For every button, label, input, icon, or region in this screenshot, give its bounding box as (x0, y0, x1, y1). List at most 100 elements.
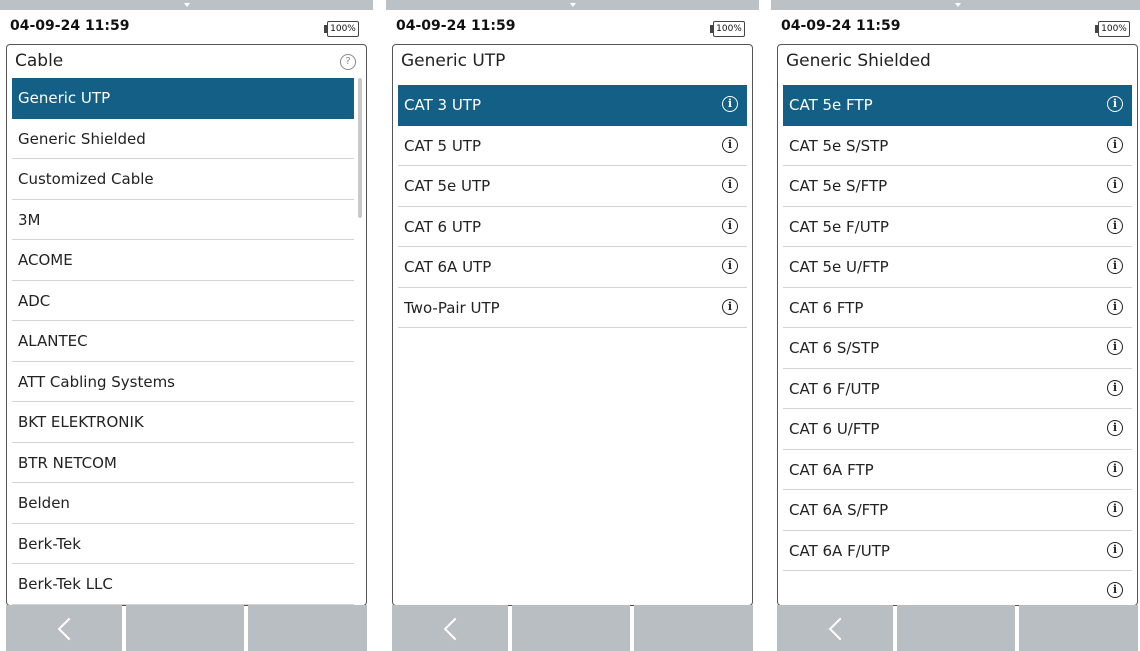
list-item[interactable]: Belden (12, 483, 354, 524)
top-handle-bar[interactable] (386, 0, 759, 10)
list-item[interactable]: ACOME (12, 240, 354, 281)
info-circle-icon[interactable]: i (1107, 460, 1123, 477)
info-circle-icon[interactable]: i (1107, 379, 1123, 396)
list-item[interactable]: Generic UTP (12, 78, 354, 119)
pull-down-notch-icon (183, 3, 190, 7)
question-circle-icon[interactable]: ? (340, 54, 356, 70)
list-item[interactable]: ATT Cabling Systems (12, 362, 354, 402)
list-item[interactable]: CAT 5e U/FTP i (783, 247, 1132, 288)
info-circle-icon[interactable]: i (722, 136, 738, 153)
screen-panel-generic-shielded: 04-09-24 11:59 100% Generic Shielded CAT… (771, 0, 1140, 651)
list-item[interactable]: CAT 5e S/STP i (783, 126, 1132, 166)
bottom-toolbar (771, 605, 1140, 651)
list-item[interactable]: CAT 6 S/STP i (783, 328, 1132, 369)
back-arrow-icon (443, 617, 467, 641)
list-item[interactable]: BKT ELEKTRONIK (12, 402, 354, 443)
info-circle-icon[interactable]: i (722, 258, 738, 274)
list-item[interactable]: CAT 6 U/FTP i (783, 409, 1132, 450)
toolbar-button-2[interactable] (126, 605, 244, 651)
list-item[interactable]: CAT 3 UTP i (398, 85, 747, 126)
list-item[interactable]: CAT 5 UTP i (398, 126, 747, 166)
list-item[interactable]: CAT 6A F/UTP i (783, 531, 1132, 571)
list-item[interactable]: BTR NETCOM (12, 443, 354, 483)
list-item-label: CAT 3 UTP (404, 96, 481, 114)
list-frame: Cable ? Generic UTP Generic Shielded Custo… (6, 44, 367, 606)
datetime: 04-09-24 11:59 (781, 18, 901, 34)
list-item-label: CAT 5e U/FTP (789, 258, 889, 276)
cable-list: Generic UTP Generic Shielded Customized Ca… (12, 78, 354, 605)
info-circle-icon[interactable]: i (1107, 339, 1123, 355)
list-item-label: CAT 6A FTP (789, 460, 874, 479)
list-item-label: CAT 6A S/FTP (789, 501, 889, 519)
back-arrow-icon (57, 617, 81, 641)
list-item-label: CAT 6 UTP (404, 217, 481, 236)
list-item[interactable]: ALANTEC (12, 321, 354, 362)
list-item-label: CAT 6A UTP (404, 258, 492, 276)
list-item[interactable]: ADC (12, 281, 354, 321)
list-item[interactable]: Berk-Tek (12, 524, 354, 564)
list-item[interactable]: CAT 5e S/FTP i (783, 166, 1132, 207)
info-circle-icon[interactable]: i (1107, 541, 1123, 558)
list-item[interactable]: CAT 5e F/UTP i (783, 207, 1132, 247)
list-item[interactable]: CAT 6 F/UTP i (783, 369, 1132, 409)
list-item-label: ALANTEC (18, 332, 88, 350)
list-item[interactable]: CAT 6 FTP i (783, 288, 1132, 328)
info-circle-icon[interactable]: i (722, 96, 738, 112)
datetime: 04-09-24 11:59 (396, 18, 516, 34)
toolbar-button-3[interactable] (634, 605, 753, 651)
list-item[interactable]: CAT 6A S/FTP i (783, 490, 1132, 531)
list-item-label: Generic UTP (18, 89, 111, 107)
back-button[interactable] (777, 605, 893, 651)
list-item-label: CAT 5e S/STP (789, 136, 889, 155)
list-item[interactable]: CAT 6A UTP i (398, 247, 747, 288)
pull-down-notch-icon (569, 3, 576, 7)
info-circle-icon[interactable]: i (1107, 582, 1123, 598)
toolbar-button-3[interactable] (248, 605, 367, 651)
list-item-label: ADC (18, 291, 51, 310)
back-button[interactable] (6, 605, 122, 651)
info-circle-icon[interactable]: i (1107, 258, 1123, 274)
list-item-label: CAT 6A F/UTP (789, 541, 890, 560)
list-item[interactable]: CAT 6 UTP i (398, 207, 747, 247)
list-item[interactable]: Generic Shielded (12, 119, 354, 159)
list-item[interactable]: 3M (12, 200, 354, 240)
list-item[interactable]: CAT 5e FTP i (783, 85, 1132, 126)
info-circle-icon[interactable]: i (1107, 136, 1123, 153)
list-item-label: BTR NETCOM (18, 453, 117, 472)
scrollbar[interactable] (358, 78, 362, 218)
list-item[interactable]: CAT 5e UTP i (398, 166, 747, 207)
list-item-label: CAT 5 UTP (404, 136, 481, 155)
list-item-label: Berk-Tek LLC (18, 575, 113, 593)
list-item[interactable]: Berk-Tek LLC (12, 564, 354, 605)
list-item[interactable]: CAT 6A FTP i (783, 450, 1132, 490)
list-item-label: Belden (18, 494, 70, 512)
info-circle-icon[interactable]: i (722, 298, 738, 315)
back-button[interactable] (392, 605, 508, 651)
info-circle-icon[interactable]: i (1107, 217, 1123, 234)
info-circle-icon[interactable]: i (1107, 298, 1123, 315)
list-item-label: BKT ELEKTRONIK (18, 413, 144, 431)
list-item-label: 3M (18, 210, 41, 229)
info-circle-icon[interactable]: i (722, 177, 738, 193)
list-item[interactable]: Two-Pair UTP i (398, 288, 747, 328)
toolbar-button-2[interactable] (897, 605, 1015, 651)
info-circle-icon[interactable]: i (1107, 501, 1123, 517)
toolbar-button-3[interactable] (1019, 605, 1138, 651)
status-bar: 04-09-24 11:59 100% (771, 14, 1140, 40)
info-circle-icon[interactable]: i (1107, 420, 1123, 436)
top-handle-bar[interactable] (771, 0, 1140, 10)
top-handle-bar[interactable] (0, 0, 373, 10)
list-item[interactable]: i (783, 571, 1132, 605)
pull-down-notch-icon (954, 3, 961, 7)
list-frame: Generic Shielded CAT 5e FTP i CAT 5e S/STP… (777, 44, 1138, 606)
info-circle-icon[interactable]: i (1107, 96, 1123, 112)
screen-panel-cable: 04-09-24 11:59 100% Cable ? Generic UTP G… (0, 0, 373, 651)
info-circle-icon[interactable]: i (722, 217, 738, 234)
toolbar-button-2[interactable] (512, 605, 630, 651)
page-title: Generic Shielded (786, 51, 931, 71)
screen-panel-generic-utp: 04-09-24 11:59 100% Generic UTP CAT 3 UT… (386, 0, 759, 651)
list-item[interactable]: Customized Cable (12, 159, 354, 200)
list-item-label: CAT 5e FTP (789, 96, 873, 114)
info-circle-icon[interactable]: i (1107, 177, 1123, 193)
battery-icon: 100% (1095, 21, 1130, 37)
